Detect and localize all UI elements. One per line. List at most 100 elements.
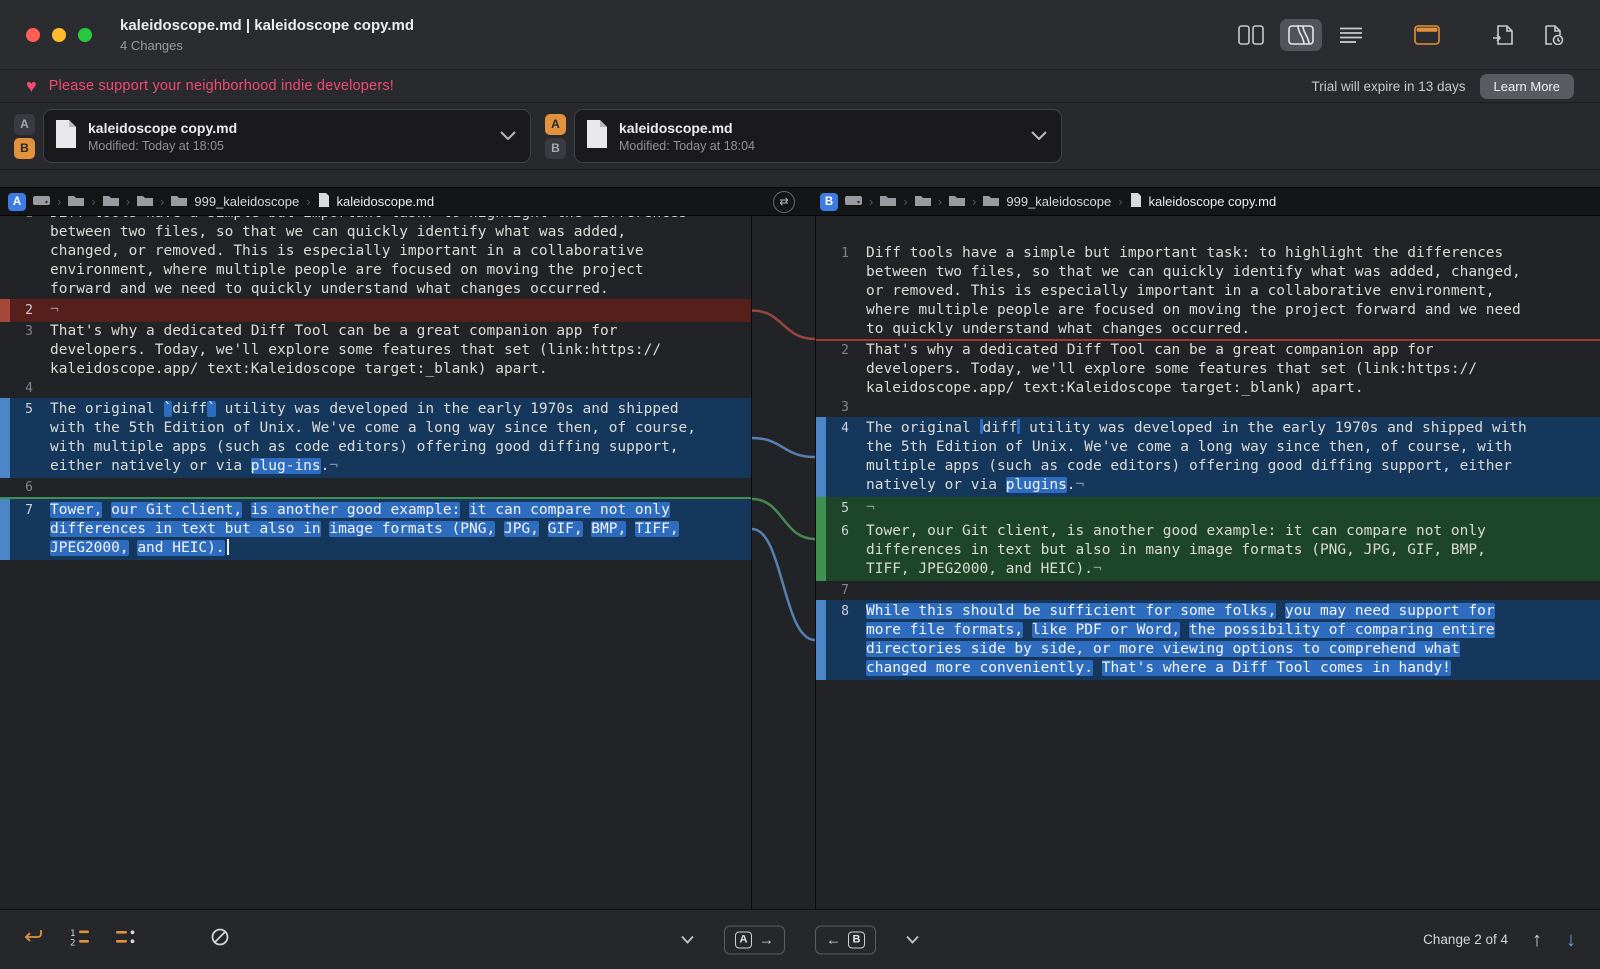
diff-line-text: [42, 379, 751, 398]
diff-text: to quickly understand what changes occur…: [866, 321, 1250, 337]
folder-icon[interactable]: [103, 194, 119, 210]
breadcrumb-folder[interactable]: 999_kaleidoscope: [194, 194, 299, 209]
folder-icon[interactable]: [915, 194, 931, 210]
diff-text: [460, 502, 469, 518]
document-history-icon: [1542, 25, 1564, 45]
diff-line-text: That's why a dedicated Diff Tool can be …: [858, 341, 1600, 398]
merge-options-right-chevron[interactable]: [906, 936, 919, 944]
diff-text: [242, 502, 251, 518]
inline-diff-highlight: directories side by side, or more viewin…: [866, 641, 1460, 657]
inline-diff-highlight: the possibility of comparing entire: [1189, 622, 1495, 638]
traffic-lights: [0, 28, 92, 42]
view-two-pane-button[interactable]: [1230, 19, 1272, 51]
diff-line-del[interactable]: 2¬: [0, 299, 751, 322]
diff-text: kaleidoscope.app/ text:Kaleidoscope targ…: [50, 361, 548, 377]
inline-diff-highlight: it can compare not only: [469, 502, 670, 518]
unified-view-icon: [1339, 26, 1363, 44]
document-import-icon: [1492, 25, 1514, 45]
file-shelf-button[interactable]: [1406, 19, 1448, 51]
inline-diff-highlight: GIF,: [548, 521, 583, 537]
picker-file-name: kaleidoscope.md: [619, 120, 755, 136]
picker-file-name: kaleidoscope copy.md: [88, 120, 237, 136]
diff-line-chg[interactable]: 4The original diff utility was developed…: [816, 417, 1600, 497]
breadcrumb-separator: ›: [938, 194, 942, 209]
diff-line-add[interactable]: 5¬: [816, 497, 1600, 520]
breadcrumb-file[interactable]: kaleidoscope.md: [337, 194, 435, 209]
diff-pane-left: 1Diff tools have a simple but important …: [0, 216, 752, 909]
previous-change-button[interactable]: ↑: [1532, 930, 1542, 950]
diff-text: [1023, 622, 1032, 638]
file-icon: [318, 193, 330, 210]
line-number: 4: [816, 417, 858, 497]
filter-off-icon: [210, 927, 230, 952]
diff-line-chg[interactable]: 5The original `diff` utility was develop…: [0, 398, 751, 478]
next-change-button[interactable]: ↓: [1566, 930, 1576, 950]
line-number: 8: [816, 600, 858, 680]
spacer-strip: [0, 170, 1600, 187]
folder-icon[interactable]: [137, 194, 153, 210]
diff-text: natively or via: [866, 477, 1006, 493]
import-document-button[interactable]: [1482, 19, 1524, 51]
diff-line-add[interactable]: 6Tower, our Git client, is another good …: [816, 520, 1600, 581]
diff-text: ¬: [1093, 561, 1102, 577]
connection-curve-changed: [752, 529, 815, 640]
diff-text: [539, 521, 548, 537]
diff-line-chg[interactable]: 7Tower, our Git client, is another good …: [0, 499, 751, 560]
copy-a-to-b-button[interactable]: A →: [724, 925, 785, 954]
disk-icon[interactable]: [845, 193, 862, 210]
folder-icon[interactable]: [880, 194, 896, 210]
diff-text: ¬: [1076, 477, 1085, 493]
view-toolbar: [1230, 19, 1600, 51]
view-fluid-button[interactable]: [1280, 19, 1322, 51]
history-button[interactable]: [1532, 19, 1574, 51]
file-picker-right[interactable]: kaleidoscope.md Modified: Today at 18:04: [574, 109, 1062, 163]
minimize-button[interactable]: [52, 28, 66, 42]
picker-modified-date: Modified: Today at 18:05: [88, 139, 237, 153]
diff-line-chg[interactable]: 8While this should be sufficient for som…: [816, 600, 1600, 680]
breadcrumb-file[interactable]: kaleidoscope copy.md: [1149, 194, 1277, 209]
changes-list-button[interactable]: [116, 928, 136, 951]
line-numbers-button[interactable]: 12: [70, 928, 90, 951]
disk-icon[interactable]: [33, 193, 50, 210]
chevron-down-icon[interactable]: [1031, 127, 1047, 145]
close-button[interactable]: [26, 28, 40, 42]
line-numbers-icon: 12: [70, 928, 90, 951]
diff-text: [102, 502, 111, 518]
merge-options-left-chevron[interactable]: [681, 936, 694, 944]
folder-icon[interactable]: [171, 194, 187, 210]
swap-files-button[interactable]: ⇄: [773, 191, 795, 213]
file-picker-left[interactable]: kaleidoscope copy.md Modified: Today at …: [43, 109, 531, 163]
view-unified-button[interactable]: [1330, 19, 1372, 51]
folder-icon[interactable]: [68, 194, 84, 210]
chevron-down-icon[interactable]: [500, 127, 516, 145]
filter-button[interactable]: [210, 927, 230, 952]
text-caret: [227, 539, 229, 555]
line-number: 3: [816, 398, 858, 417]
folder-icon[interactable]: [983, 194, 999, 210]
diff-line-text: The original `diff` utility was develope…: [42, 398, 751, 478]
diff-text: [583, 521, 592, 537]
footer-bar: 12 A → ← B Change 2 of 4 ↑ ↓: [0, 909, 1600, 969]
diff-line-text: [858, 581, 1600, 600]
diff-text: Diff tools have a simple but important t…: [866, 245, 1503, 261]
document-icon: [585, 119, 609, 154]
diff-line-text: Tower, our Git client, is another good e…: [42, 499, 751, 560]
diff-text: [1276, 603, 1285, 619]
show-invisibles-button[interactable]: [22, 928, 44, 951]
copy-b-to-a-button[interactable]: ← B: [815, 925, 876, 954]
breadcrumb-separator: ›: [160, 194, 164, 209]
diff-line-text: Diff tools have a simple but important t…: [858, 244, 1600, 339]
svg-text:2: 2: [70, 939, 75, 947]
inline-diff-highlight: like PDF or Word,: [1032, 622, 1180, 638]
folder-icon[interactable]: [949, 194, 965, 210]
diff-line-ctx: 2That's why a dedicated Diff Tool can be…: [816, 341, 1600, 398]
diff-line-text: The original diff utility was developed …: [858, 417, 1600, 497]
zoom-button[interactable]: [78, 28, 92, 42]
breadcrumb-right: B › › › › 999_kaleidoscope › kaleidoscop…: [816, 193, 1600, 211]
breadcrumb-folder[interactable]: 999_kaleidoscope: [1006, 194, 1111, 209]
inline-diff-highlight: changed more conveniently.: [866, 660, 1093, 676]
learn-more-button[interactable]: Learn More: [1480, 74, 1574, 99]
title-bar: kaleidoscope.md | kaleidoscope copy.md 4…: [0, 0, 1600, 70]
diff-text: That's why a dedicated Diff Tool can be …: [50, 323, 617, 339]
diff-line-text: Tower, our Git client, is another good e…: [858, 520, 1600, 581]
